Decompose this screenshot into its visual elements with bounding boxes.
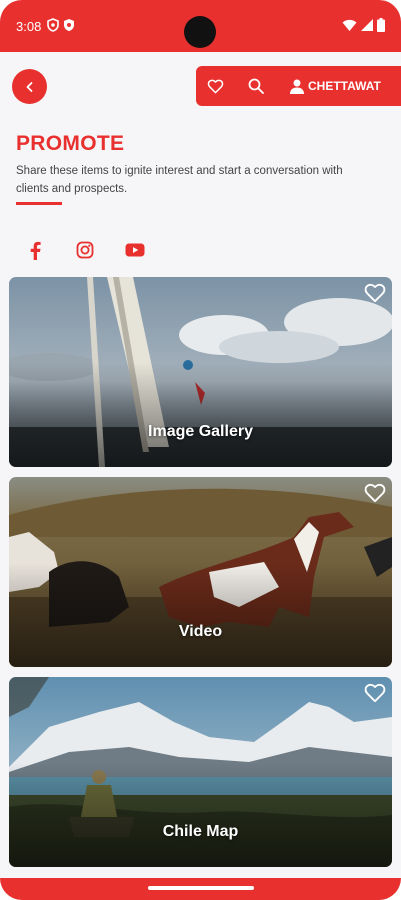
title-underline <box>16 202 62 205</box>
facebook-icon <box>30 241 41 260</box>
battery-icon <box>377 18 385 32</box>
card-label: Chile Map <box>162 823 239 840</box>
status-time: 3:08 <box>16 19 42 34</box>
youtube-icon <box>125 243 145 257</box>
user-name: CHETTAWAT <box>308 79 381 93</box>
instagram-icon <box>76 241 94 259</box>
system-nav-bar <box>0 878 401 900</box>
card-label: Video <box>178 623 223 640</box>
status-notification-icons <box>47 18 75 32</box>
signal-icon <box>361 19 373 31</box>
search-button[interactable] <box>234 66 278 106</box>
camera-cutout <box>184 16 216 48</box>
header-actions: CHETTAWAT <box>196 66 401 106</box>
security-icon <box>64 19 74 31</box>
favorite-heart-icon[interactable] <box>364 483 386 503</box>
status-bar: 3:08 <box>0 0 401 52</box>
video-card[interactable]: Video <box>9 477 392 667</box>
facebook-button[interactable] <box>23 238 47 262</box>
page-title: PROMOTE <box>16 132 125 155</box>
page-subtitle: Share these items to ignite interest and… <box>16 165 343 195</box>
favorite-heart-icon[interactable] <box>364 683 386 703</box>
chevron-left-icon <box>26 81 32 92</box>
back-button[interactable] <box>12 69 47 104</box>
favorite-heart-icon[interactable] <box>364 283 386 303</box>
chile-map-card[interactable]: Chile Map <box>9 677 392 867</box>
shield-icon <box>47 18 59 32</box>
card-label: Image Gallery <box>148 423 253 440</box>
user-profile-button[interactable]: CHETTAWAT <box>278 66 381 106</box>
instagram-button[interactable] <box>73 238 97 262</box>
home-indicator[interactable] <box>148 886 254 890</box>
youtube-button[interactable] <box>123 238 147 262</box>
heart-icon <box>207 79 223 93</box>
wifi-icon <box>342 19 357 31</box>
status-system-icons <box>342 18 385 32</box>
app-screen: CHETTAWAT PROMOTE Share these items to i… <box>0 52 401 878</box>
search-icon <box>248 78 264 94</box>
image-gallery-card[interactable]: Image Gallery <box>9 277 392 467</box>
favorites-button[interactable] <box>196 66 234 106</box>
user-icon <box>290 79 304 94</box>
